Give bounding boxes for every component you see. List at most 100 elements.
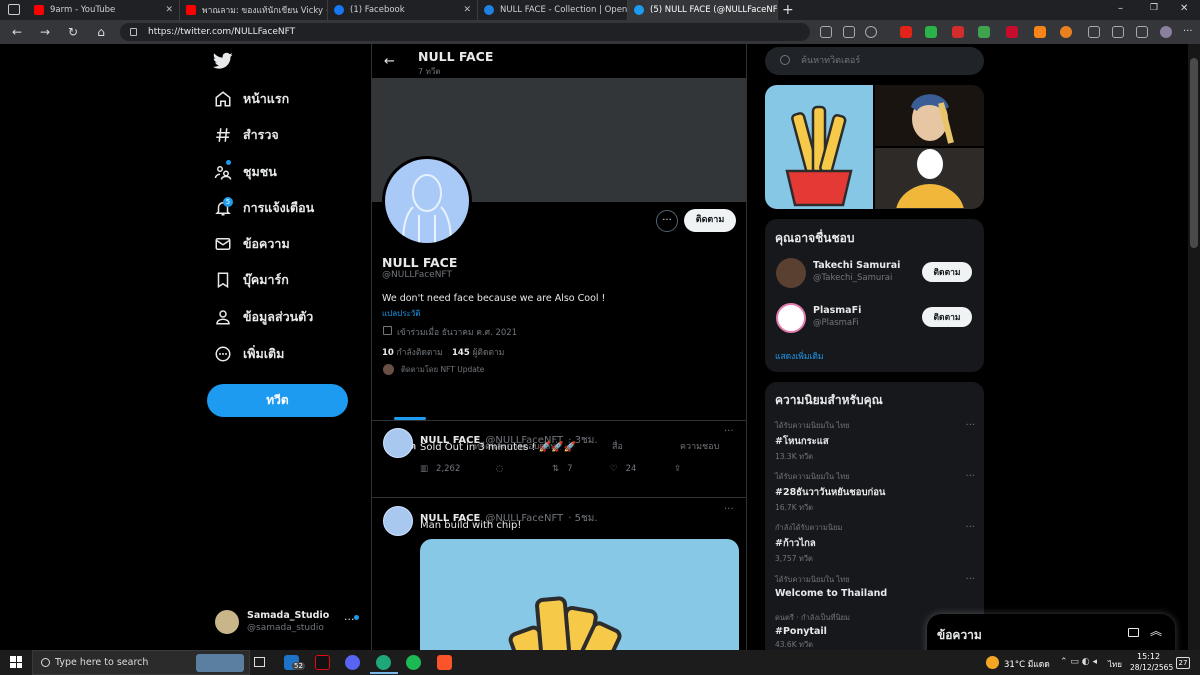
- reply-action[interactable]: ◌: [496, 464, 511, 474]
- language-indicator[interactable]: ไทย: [1108, 658, 1122, 671]
- adblock-icon[interactable]: [1006, 26, 1018, 38]
- profile-avatar-icon[interactable]: [1160, 26, 1172, 38]
- extension-green2-icon[interactable]: [978, 26, 990, 38]
- apps-icon[interactable]: [820, 26, 832, 38]
- browser-tab[interactable]: 9arm - YouTube ✕: [28, 0, 180, 20]
- task-view-icon[interactable]: [254, 657, 265, 667]
- media-thumb[interactable]: [765, 85, 873, 209]
- follow-button[interactable]: ติดตาม: [922, 307, 972, 327]
- tweet-avatar[interactable]: [383, 428, 413, 458]
- nav-explore[interactable]: สำรวจ: [214, 120, 279, 150]
- followed-by-text[interactable]: ติดตามโดย NFT Update: [401, 364, 484, 376]
- nav-home[interactable]: หน้าแรก: [214, 84, 289, 114]
- translate-bio-link[interactable]: แปลประวัติ: [382, 307, 421, 320]
- tweet-media-image[interactable]: [420, 539, 739, 650]
- account-switcher[interactable]: Samada_Studio @samada_studio ···: [212, 607, 360, 639]
- browser-tab[interactable]: NULL FACE - Collection | OpenSe✕: [478, 0, 628, 20]
- tweet-button[interactable]: ทวีต: [207, 384, 348, 417]
- tab-actions-icon[interactable]: [8, 4, 20, 15]
- views-action[interactable]: ▥ 2,262: [420, 464, 460, 474]
- retweet-action[interactable]: ⇅ 7: [552, 464, 573, 474]
- browser-tab[interactable]: พาณลาม: ของแท้นักเขียน Vicky + ยล✕: [180, 0, 328, 20]
- read-aloud-icon[interactable]: [843, 26, 855, 38]
- tweet-more-icon[interactable]: ···: [724, 504, 734, 515]
- nav-profile[interactable]: ข้อมูลส่วนตัว: [214, 302, 313, 332]
- split-screen-icon[interactable]: [1112, 26, 1124, 38]
- lock-icon[interactable]: [130, 28, 137, 36]
- nav-label: เพิ่มเติม: [243, 346, 285, 361]
- clock-time[interactable]: 15:12: [1137, 652, 1160, 661]
- nav-communities[interactable]: ชุมชน: [214, 157, 277, 187]
- scrollbar-thumb[interactable]: [1190, 58, 1198, 248]
- tweet-avatar[interactable]: [383, 506, 413, 536]
- follow-button[interactable]: ติดตาม: [922, 262, 972, 282]
- media-thumb[interactable]: [875, 148, 984, 209]
- collections-icon[interactable]: [1136, 26, 1148, 38]
- favorite-icon[interactable]: [865, 26, 877, 38]
- back-arrow-icon[interactable]: ←: [384, 54, 395, 69]
- close-tab-icon[interactable]: ✕: [457, 5, 471, 15]
- media-thumb[interactable]: [875, 85, 984, 146]
- nav-bookmarks[interactable]: บุ๊คมาร์ก: [214, 265, 289, 295]
- back-icon[interactable]: ←: [10, 25, 24, 39]
- like-action[interactable]: ♡ 24: [610, 464, 636, 474]
- profile-avatar[interactable]: [382, 156, 472, 246]
- tweet[interactable]: NULL FACE @NULLFaceNFT · 5ชม. ··· Man bu…: [372, 499, 746, 650]
- brave-icon[interactable]: [437, 655, 452, 670]
- trend-more-icon[interactable]: ···: [965, 574, 975, 585]
- extensions-icon[interactable]: [1088, 26, 1100, 38]
- extension-red-icon[interactable]: [900, 26, 912, 38]
- weather-icon[interactable]: [986, 656, 999, 669]
- tweet-more-icon[interactable]: ···: [724, 426, 734, 437]
- followers-link[interactable]: 145 ผู้ติดตาม: [452, 345, 504, 359]
- messages-drawer[interactable]: ข้อความ ︽: [927, 614, 1175, 654]
- expand-icon[interactable]: ︽: [1150, 622, 1162, 639]
- metamask-icon[interactable]: [1034, 26, 1046, 38]
- extension-green-icon[interactable]: [925, 26, 937, 38]
- edge-icon[interactable]: [376, 655, 391, 670]
- nav-more[interactable]: เพิ่มเติม: [214, 339, 284, 369]
- follow-button[interactable]: ติดตาม: [684, 209, 736, 232]
- more-options-button[interactable]: ···: [656, 210, 678, 232]
- trend-item[interactable]: ได้รับความนิยมใน ไทย #โหนกระแส 13.3K ทวี…: [775, 420, 975, 463]
- tray-icons[interactable]: ⌃ ▭ ◐ ◂: [1060, 657, 1097, 667]
- home-browser-icon[interactable]: ⌂: [94, 25, 108, 39]
- restore-button[interactable]: ❐: [1150, 3, 1158, 13]
- search-input[interactable]: ค้นหาทวิตเตอร์: [765, 47, 984, 75]
- following-link[interactable]: 10 กำลังติดตาม: [382, 345, 443, 359]
- spotify-icon[interactable]: [406, 655, 421, 670]
- netflix-icon[interactable]: [315, 655, 330, 670]
- reload-icon[interactable]: ↻: [66, 25, 80, 39]
- nav-messages[interactable]: ข้อความ: [214, 229, 290, 259]
- suggestion-row[interactable]: PlasmaFi @PlasmaFi ติดตาม: [765, 300, 984, 336]
- share-action[interactable]: ⇪: [674, 464, 681, 474]
- new-tab-button[interactable]: +: [782, 2, 794, 18]
- tweet[interactable]: NULL FACE @NULLFaceNFT · 3ชม. ··· Sold O…: [372, 421, 746, 497]
- twitter-logo-icon[interactable]: [213, 52, 233, 70]
- trend-item[interactable]: ได้รับความนิยมใน ไทย #28ธันวาวันหยันชอบก…: [775, 471, 975, 514]
- minimize-button[interactable]: –: [1118, 3, 1123, 14]
- close-window-button[interactable]: ✕: [1180, 3, 1188, 14]
- trend-more-icon[interactable]: ···: [965, 420, 975, 431]
- show-more-link[interactable]: แสดงเพิ่มเติม: [775, 349, 823, 363]
- account-more-icon[interactable]: ···: [344, 613, 355, 626]
- browser-tab[interactable]: (1) Facebook ✕: [328, 0, 478, 20]
- extension-red2-icon[interactable]: [952, 26, 964, 38]
- trend-more-icon[interactable]: ···: [965, 522, 975, 533]
- forward-icon[interactable]: →: [38, 25, 52, 39]
- extension-orange-icon[interactable]: [1060, 26, 1072, 38]
- settings-more-icon[interactable]: ···: [1183, 26, 1195, 38]
- notification-center-icon[interactable]: 27: [1176, 657, 1190, 669]
- suggestion-row[interactable]: Takechi Samurai @Takechi_Samurai ติดตาม: [765, 255, 984, 291]
- new-message-icon[interactable]: [1128, 628, 1139, 637]
- windows-start-icon[interactable]: [10, 656, 22, 668]
- trend-item[interactable]: กำลังได้รับความนิยม #ก้าวไกล 3,757 ทวีต …: [775, 522, 975, 565]
- discord-icon[interactable]: [345, 655, 360, 670]
- trend-more-icon[interactable]: ···: [965, 471, 975, 482]
- close-tab-icon[interactable]: ✕: [159, 5, 173, 15]
- trend-item[interactable]: ได้รับความนิยมใน ไทย Welcome to Thailand…: [775, 574, 975, 599]
- weather-text[interactable]: 31°C มีแดด: [1004, 657, 1050, 671]
- browser-tab-active[interactable]: (5) NULL FACE (@NULLFaceNFT) /✕: [628, 0, 778, 20]
- address-input[interactable]: https://twitter.com/NULLFaceNFT: [120, 23, 810, 41]
- clock-date[interactable]: 28/12/2565: [1130, 663, 1173, 672]
